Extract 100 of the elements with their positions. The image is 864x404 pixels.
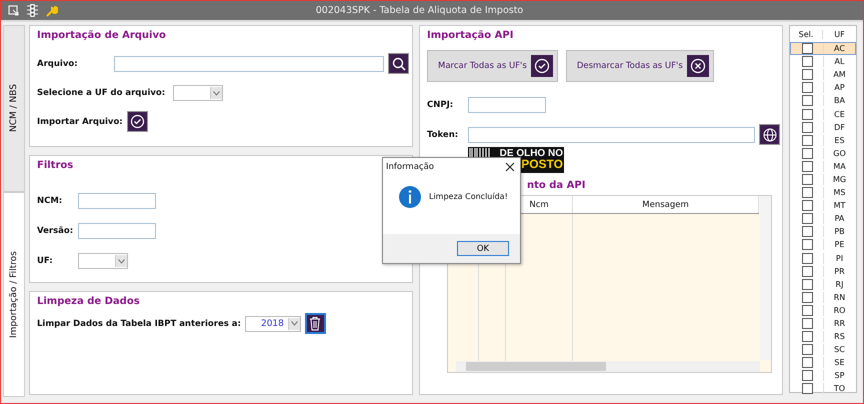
checkbox[interactable] — [802, 108, 812, 120]
table-cell: SP — [834, 371, 844, 380]
text-field[interactable] — [78, 193, 156, 209]
checkbox[interactable] — [802, 383, 812, 394]
table-cell: MA — [833, 162, 846, 171]
delete-button[interactable] — [304, 313, 326, 334]
table-cell: PA — [834, 214, 844, 224]
table-cell: AM — [833, 70, 846, 80]
table-cell: SC — [834, 345, 845, 354]
chevron-icon — [213, 90, 220, 96]
dialog-message: Limpeza Concluída! — [429, 192, 508, 201]
scrollbar[interactable] — [456, 361, 760, 372]
checkbox[interactable] — [802, 344, 812, 356]
table-cell: MG — [832, 174, 846, 184]
search-button[interactable] — [388, 53, 409, 74]
table-cell: SE — [834, 358, 845, 368]
table-cell: AL — [834, 57, 844, 66]
trash-icon — [309, 316, 322, 331]
table-cell: PE — [834, 240, 844, 250]
field-label: Token: — [427, 130, 460, 140]
checkbox[interactable] — [802, 239, 812, 250]
table-cell: GO — [833, 148, 846, 158]
field-label: Versão: — [37, 226, 74, 236]
checkbox[interactable] — [802, 69, 812, 80]
table-cell: PR — [834, 266, 845, 276]
checkbox[interactable] — [802, 148, 812, 159]
check-icon — [534, 58, 550, 74]
field-label: CNPJ: — [427, 100, 454, 110]
info-icon — [399, 186, 421, 208]
panel-title: nto da API — [527, 180, 586, 191]
checkbox[interactable] — [802, 331, 812, 342]
select-all-button[interactable]: Marcar Todas as UF's — [427, 50, 558, 82]
table-cell: AP — [834, 83, 845, 92]
year-dropdown[interactable]: 2018 — [244, 316, 301, 332]
ok-button[interactable]: OK — [457, 241, 509, 256]
table-cell: PI — [836, 254, 844, 263]
close-icon — [690, 58, 706, 74]
field-label: UF: — [37, 256, 54, 266]
table-cell: BA — [834, 96, 845, 106]
field-label: Importar Arquivo: — [37, 116, 123, 126]
column-header: Sel. — [790, 30, 823, 38]
close-icon[interactable] — [505, 162, 515, 172]
checkbox[interactable] — [802, 278, 812, 290]
text-field[interactable] — [78, 223, 156, 239]
checkbox[interactable] — [802, 187, 812, 198]
checkbox[interactable] — [802, 122, 812, 133]
field-label: Limpar Dados da Tabela IBPT anteriores a: — [37, 318, 241, 328]
checkbox[interactable] — [802, 266, 812, 277]
table-cell: CE — [834, 110, 845, 119]
column-header: UF — [833, 30, 846, 38]
chevron-icon — [118, 258, 125, 264]
panel-title: Importação API — [427, 30, 514, 41]
panel-title: Limpeza de Dados — [37, 296, 141, 307]
table-cell: DF — [834, 122, 845, 132]
import-button[interactable] — [126, 111, 148, 132]
traffic-light-icon[interactable] — [27, 4, 38, 17]
globe-button[interactable] — [759, 124, 780, 145]
panel-title: Importação de Arquivo — [37, 30, 167, 41]
checkbox[interactable] — [802, 370, 812, 382]
table-cell: RR — [834, 319, 846, 328]
side-tab[interactable]: NCM / NBS — [3, 25, 25, 192]
chevron-icon — [290, 321, 298, 326]
checkbox[interactable] — [802, 252, 812, 264]
wrench-icon[interactable] — [46, 4, 58, 16]
window-icon[interactable] — [8, 5, 19, 16]
table-cell: RJ — [836, 280, 844, 289]
checkbox[interactable] — [802, 357, 812, 368]
table-cell: MS — [834, 188, 846, 198]
cnpj-field[interactable] — [468, 97, 546, 113]
table-cell: AC — [834, 44, 845, 54]
checkbox[interactable] — [802, 95, 812, 106]
token-field[interactable] — [468, 126, 755, 142]
checkbox[interactable] — [802, 43, 812, 54]
checkbox[interactable] — [802, 56, 812, 68]
select-all-button[interactable]: Desmarcar Todas as UF's — [566, 50, 714, 82]
checkbox[interactable] — [802, 226, 812, 238]
table-cell: TO — [834, 384, 846, 394]
table-cell: MT — [834, 201, 846, 210]
checkbox[interactable] — [802, 174, 812, 185]
field-label: NCM: — [37, 196, 64, 206]
checkbox[interactable] — [802, 318, 812, 330]
window-title: 002043SPK - Tabela de Aliquota de Imposto — [314, 5, 524, 16]
table-cell: RO — [834, 306, 846, 315]
table-cell: ES — [834, 136, 845, 145]
side-tab[interactable]: Importação / Filtros — [3, 192, 25, 397]
checkbox[interactable] — [802, 200, 812, 212]
table-cell: RN — [834, 292, 846, 302]
table-cell: PB — [834, 227, 845, 236]
checkbox[interactable] — [802, 82, 812, 94]
checkbox[interactable] — [802, 134, 812, 146]
checkbox[interactable] — [802, 160, 812, 172]
checkbox[interactable] — [802, 304, 812, 316]
field-label: Arquivo: — [37, 58, 79, 68]
checkbox[interactable] — [802, 292, 812, 303]
scrollbar[interactable] — [760, 196, 771, 360]
checkbox[interactable] — [802, 213, 812, 224]
file-field[interactable] — [114, 56, 384, 72]
dialog-title: Informação — [386, 162, 434, 172]
table-cell: RS — [834, 332, 845, 342]
field-label: Selecione a UF do arquivo: — [37, 88, 166, 98]
